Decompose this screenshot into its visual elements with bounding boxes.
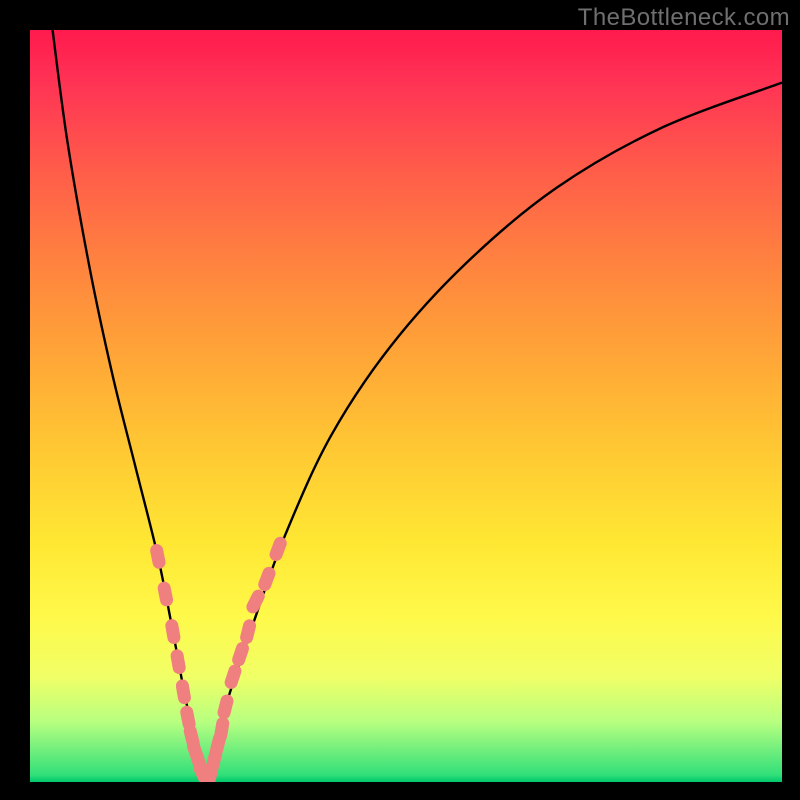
chart-svg [30,30,782,782]
plot-area [30,30,782,782]
watermark-text: TheBottleneck.com [578,4,790,32]
right-dots-group [209,543,280,780]
bottleneck-curve [53,30,782,782]
chart-frame: TheBottleneck.com [0,0,800,800]
left-dots-group [157,551,210,782]
